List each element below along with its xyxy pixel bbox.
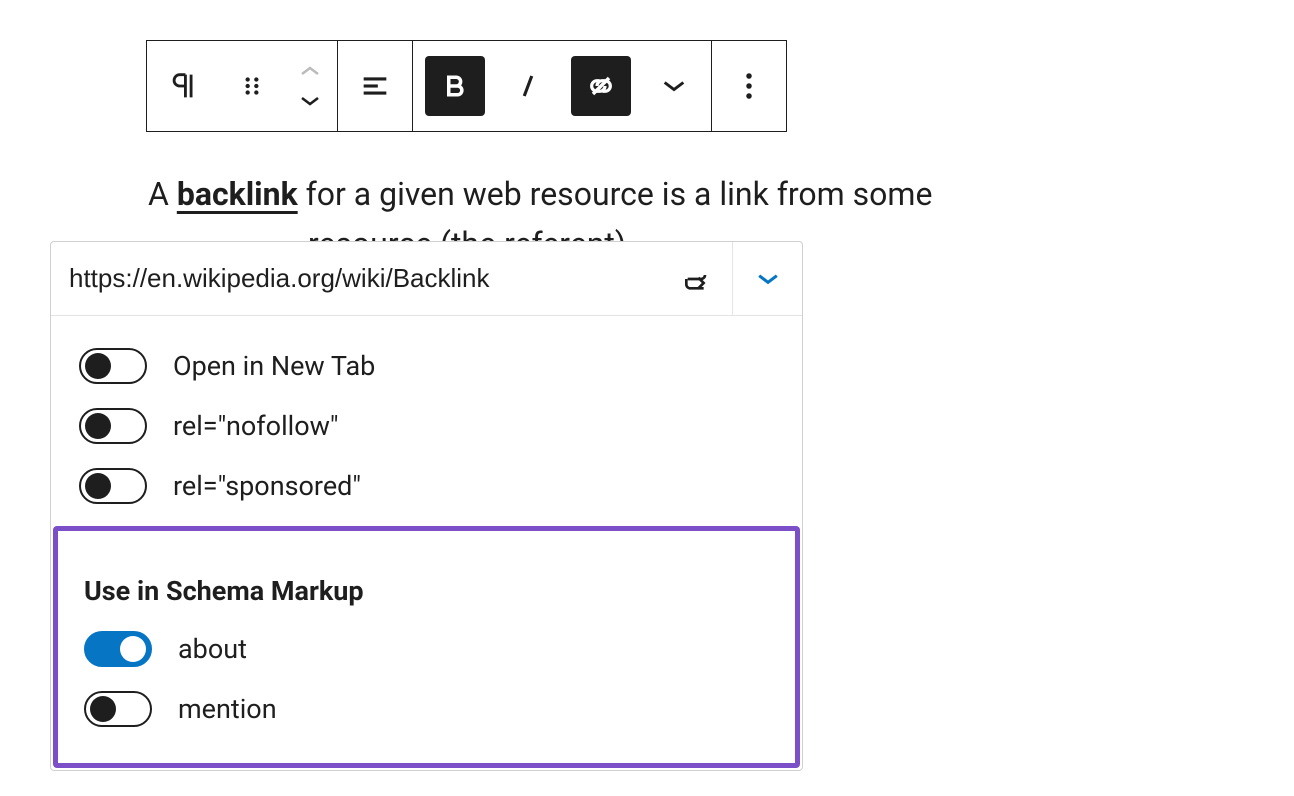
toggle-row-nofollow: rel="nofollow"	[79, 396, 774, 456]
bold-button[interactable]	[425, 56, 485, 116]
paragraph-text-pre: A	[148, 175, 177, 213]
link-settings-popup: Open in New Tab rel="nofollow" rel="spon…	[50, 241, 803, 771]
toggle-schema-mention[interactable]	[84, 691, 152, 727]
paragraph-block-button[interactable]	[159, 61, 209, 111]
italic-button[interactable]	[503, 61, 553, 111]
more-options-button[interactable]	[724, 61, 774, 111]
toolbar-group-format	[413, 41, 712, 131]
move-up-button[interactable]	[295, 61, 325, 81]
move-down-button[interactable]	[295, 91, 325, 111]
move-updown	[295, 61, 325, 111]
toggle-rel-sponsored[interactable]	[79, 468, 147, 504]
more-formatting-button[interactable]	[649, 61, 699, 111]
link-options-toggle-button[interactable]	[732, 242, 802, 315]
schema-markup-section: Use in Schema Markup about mention	[53, 526, 800, 768]
linked-word[interactable]: backlink	[177, 175, 298, 213]
drag-handle-button[interactable]	[227, 61, 277, 111]
toggle-label: Open in New Tab	[173, 350, 375, 382]
toggle-row-about: about	[84, 619, 769, 679]
popup-body: Open in New Tab rel="nofollow" rel="spon…	[51, 316, 802, 770]
align-button[interactable]	[350, 61, 400, 111]
toggle-label: mention	[178, 693, 277, 725]
toggle-row-sponsored: rel="sponsored"	[79, 456, 774, 516]
link-button[interactable]	[571, 56, 631, 116]
block-toolbar	[146, 40, 787, 132]
toggle-schema-about[interactable]	[84, 631, 152, 667]
toggle-rel-nofollow[interactable]	[79, 408, 147, 444]
toggle-open-new-tab[interactable]	[79, 348, 147, 384]
toolbar-group-more	[712, 41, 786, 131]
toolbar-group-block	[147, 41, 338, 131]
paragraph-text-post1: for a given web resource is a link from …	[298, 175, 933, 213]
link-url-input[interactable]	[51, 242, 662, 315]
toggle-row-newtab: Open in New Tab	[79, 336, 774, 396]
popup-header	[51, 242, 802, 316]
toggle-label: about	[178, 633, 247, 665]
toolbar-group-align	[338, 41, 413, 131]
toggle-row-mention: mention	[84, 679, 769, 739]
toggle-label: rel="nofollow"	[173, 410, 339, 442]
toggle-label: rel="sponsored"	[173, 470, 361, 502]
schema-section-title: Use in Schema Markup	[84, 575, 769, 607]
submit-link-button[interactable]	[662, 242, 732, 315]
